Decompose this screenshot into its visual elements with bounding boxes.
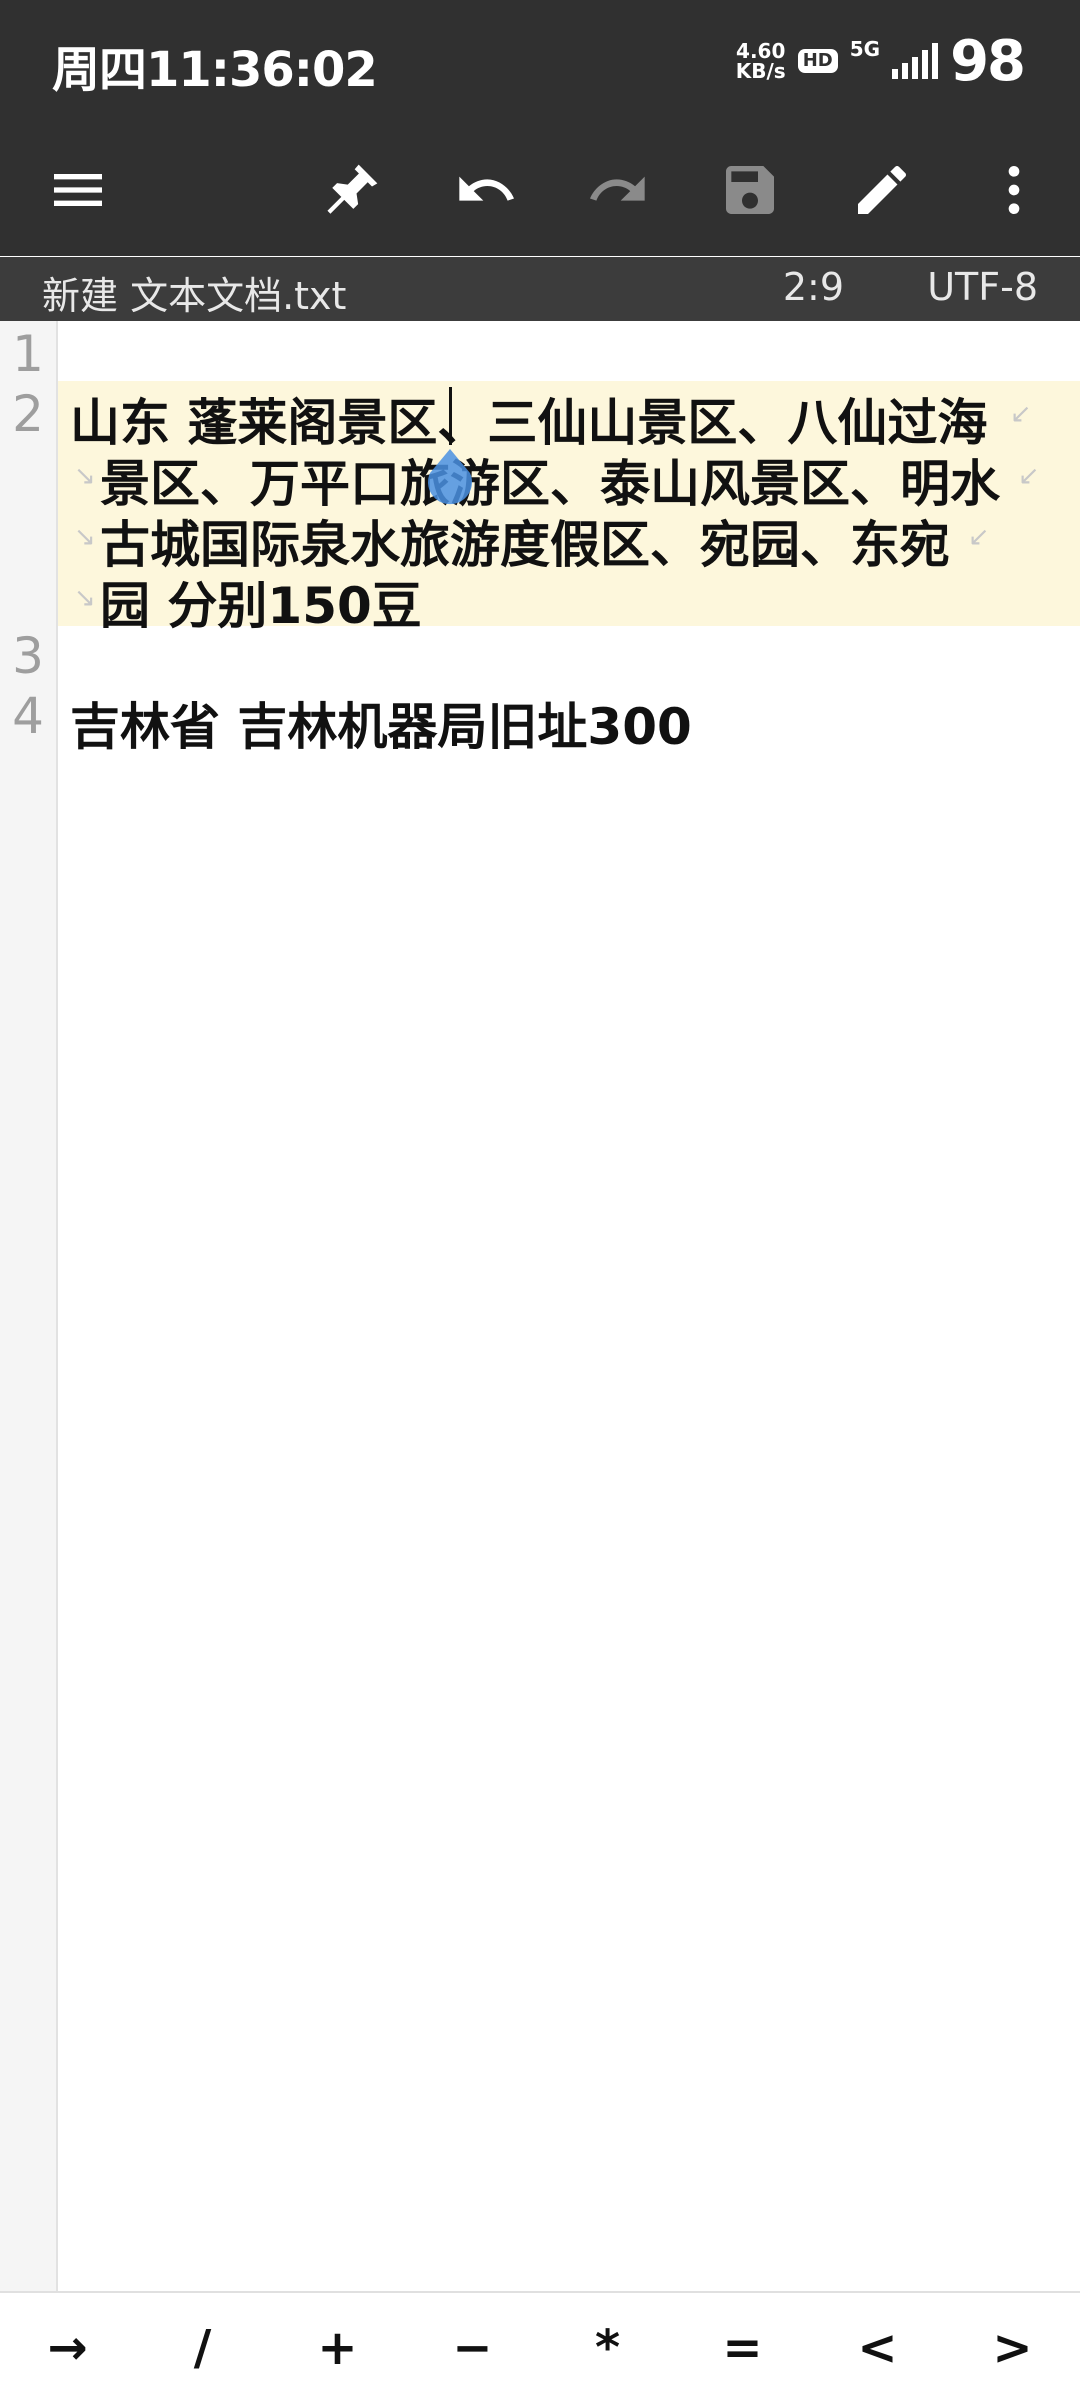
text-line[interactable]: 吉林省 吉林机器局旧址300 [70,687,692,759]
symbol-key-less-than[interactable]: < [810,2293,945,2402]
wrap-start-icon: ↘ [74,583,96,613]
wrap-end-icon: ↙ [1018,461,1040,491]
line-number: 1 [12,325,44,383]
menu-icon[interactable] [36,148,120,232]
encoding-label[interactable]: UTF-8 [927,265,1038,309]
redo-icon[interactable] [576,148,660,232]
status-bar: 周四11:36:02 4.60 KB/s HD 5G 98 [0,0,1080,124]
battery-level: 98 [950,28,1026,94]
wrap-start-icon: ↘ [74,522,96,552]
wrap-end-icon: ↙ [1010,399,1032,429]
wrap-end-icon: ↙ [968,522,990,552]
more-icon[interactable] [972,148,1056,232]
text-line-wrapped[interactable]: 园 分别150豆 [100,566,422,638]
cursor-handle[interactable] [426,449,474,509]
symbol-key-asterisk[interactable]: * [540,2293,675,2402]
network-speed-unit: KB/s [735,59,786,83]
line-number: 2 [12,385,44,443]
file-info-bar: 新建 文本文档.txt 2:9 UTF-8 [0,257,1080,321]
symbol-key-plus[interactable]: + [270,2293,405,2402]
file-name[interactable]: 新建 文本文档.txt [42,265,346,320]
edit-icon[interactable] [840,148,924,232]
undo-icon[interactable] [444,148,528,232]
symbol-key-tab[interactable]: → [0,2293,135,2402]
symbol-key-minus[interactable]: − [405,2293,540,2402]
line-number: 4 [12,687,44,745]
symbol-key-equals[interactable]: = [675,2293,810,2402]
line-number-gutter: 1 2 3 4 [0,321,58,2291]
symbol-key-slash[interactable]: / [135,2293,270,2402]
editor-toolbar [0,124,1080,256]
line-number: 3 [12,627,44,685]
cursor-position: 2:9 [782,265,844,309]
network-type: 5G [849,37,881,61]
status-indicators: 4.60 KB/s HD 5G 98 [736,26,1026,96]
symbol-input-bar: → / + − * = < > [0,2291,1080,2402]
pin-icon[interactable] [310,148,394,232]
save-icon[interactable] [708,148,792,232]
network-speed: 4.60 KB/s [736,41,786,81]
text-editor[interactable]: 1 2 3 4 山东 蓬莱阁景区、三仙山景区、八仙过海 景区、万平口旅游区、泰山… [0,321,1080,2291]
network-speed-value: 4.60 [736,39,786,63]
wrap-start-icon: ↘ [74,461,96,491]
signal-icon [892,43,939,79]
symbol-key-greater-than[interactable]: > [945,2293,1080,2402]
status-time: 周四11:36:02 [52,42,378,98]
hd-badge: HD [797,49,838,73]
text-cursor [449,387,452,445]
